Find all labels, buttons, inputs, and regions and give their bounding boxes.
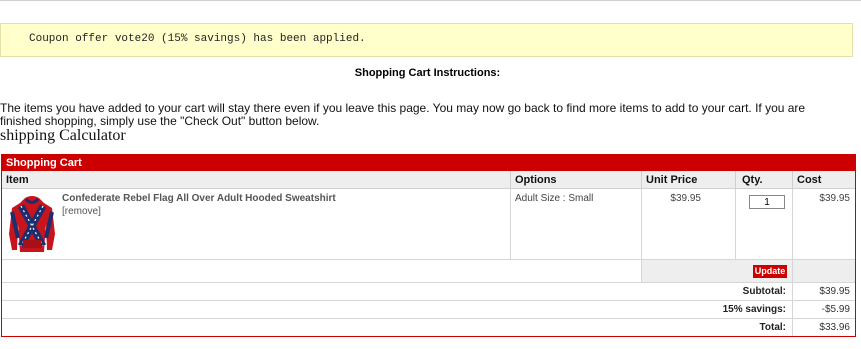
shopping-cart-table: Shopping Cart Item Options Unit Price Qt… <box>1 154 856 337</box>
item-cost: $39.95 <box>819 193 850 204</box>
table-row: Confederate Rebel Flag All Over Adult Ho… <box>2 189 511 260</box>
item-unit-price-cell: $39.95 <box>642 189 736 260</box>
update-cell: Update <box>642 260 793 283</box>
shipping-calculator-title: shipping Calculator <box>0 127 126 144</box>
top-divider <box>0 0 861 1</box>
subtotal-label: Subtotal: <box>742 286 786 297</box>
total-label: Total: <box>759 322 786 333</box>
column-header-item: Item <box>2 171 511 189</box>
item-options-cell: Adult Size : Small <box>511 189 642 260</box>
subtotal-value-cell: $39.95 <box>793 283 855 301</box>
total-label-cell: Total: <box>2 319 793 336</box>
cart-title: Shopping Cart <box>2 155 855 171</box>
remove-item-link[interactable]: [remove] <box>62 206 101 217</box>
item-qty-cell <box>736 189 793 260</box>
update-row-spacer <box>2 260 642 283</box>
column-header-qty: Qty. <box>736 171 793 189</box>
column-header-cost: Cost <box>793 171 855 189</box>
update-button[interactable]: Update <box>753 265 787 278</box>
column-header-options: Options <box>511 171 642 189</box>
savings-value: -$5.99 <box>821 304 850 315</box>
savings-label-cell: 15% savings: <box>2 301 793 319</box>
subtotal-value: $39.95 <box>819 286 850 297</box>
item-unit-price: $39.95 <box>670 193 701 204</box>
subtotal-label-cell: Subtotal: <box>2 283 793 301</box>
item-cost-cell: $39.95 <box>793 189 855 260</box>
hoodie-image[interactable] <box>8 194 56 256</box>
savings-label: 15% savings: <box>722 304 786 315</box>
column-header-unit-price: Unit Price <box>642 171 736 189</box>
savings-value-cell: -$5.99 <box>793 301 855 319</box>
coupon-notice: Coupon offer vote20 (15% savings) has be… <box>0 23 853 57</box>
coupon-message: Coupon offer vote20 (15% savings) has be… <box>29 33 366 45</box>
item-options: Adult Size : Small <box>515 193 594 204</box>
instructions-title: Shopping Cart Instructions: <box>354 67 501 79</box>
quantity-input[interactable] <box>749 195 785 209</box>
total-value: $33.96 <box>819 322 850 333</box>
product-name[interactable]: Confederate Rebel Flag All Over Adult Ho… <box>62 193 336 204</box>
total-value-cell: $33.96 <box>793 319 855 336</box>
instructions-body: The items you have added to your cart wi… <box>0 101 806 128</box>
update-row-cost-spacer <box>793 260 855 283</box>
